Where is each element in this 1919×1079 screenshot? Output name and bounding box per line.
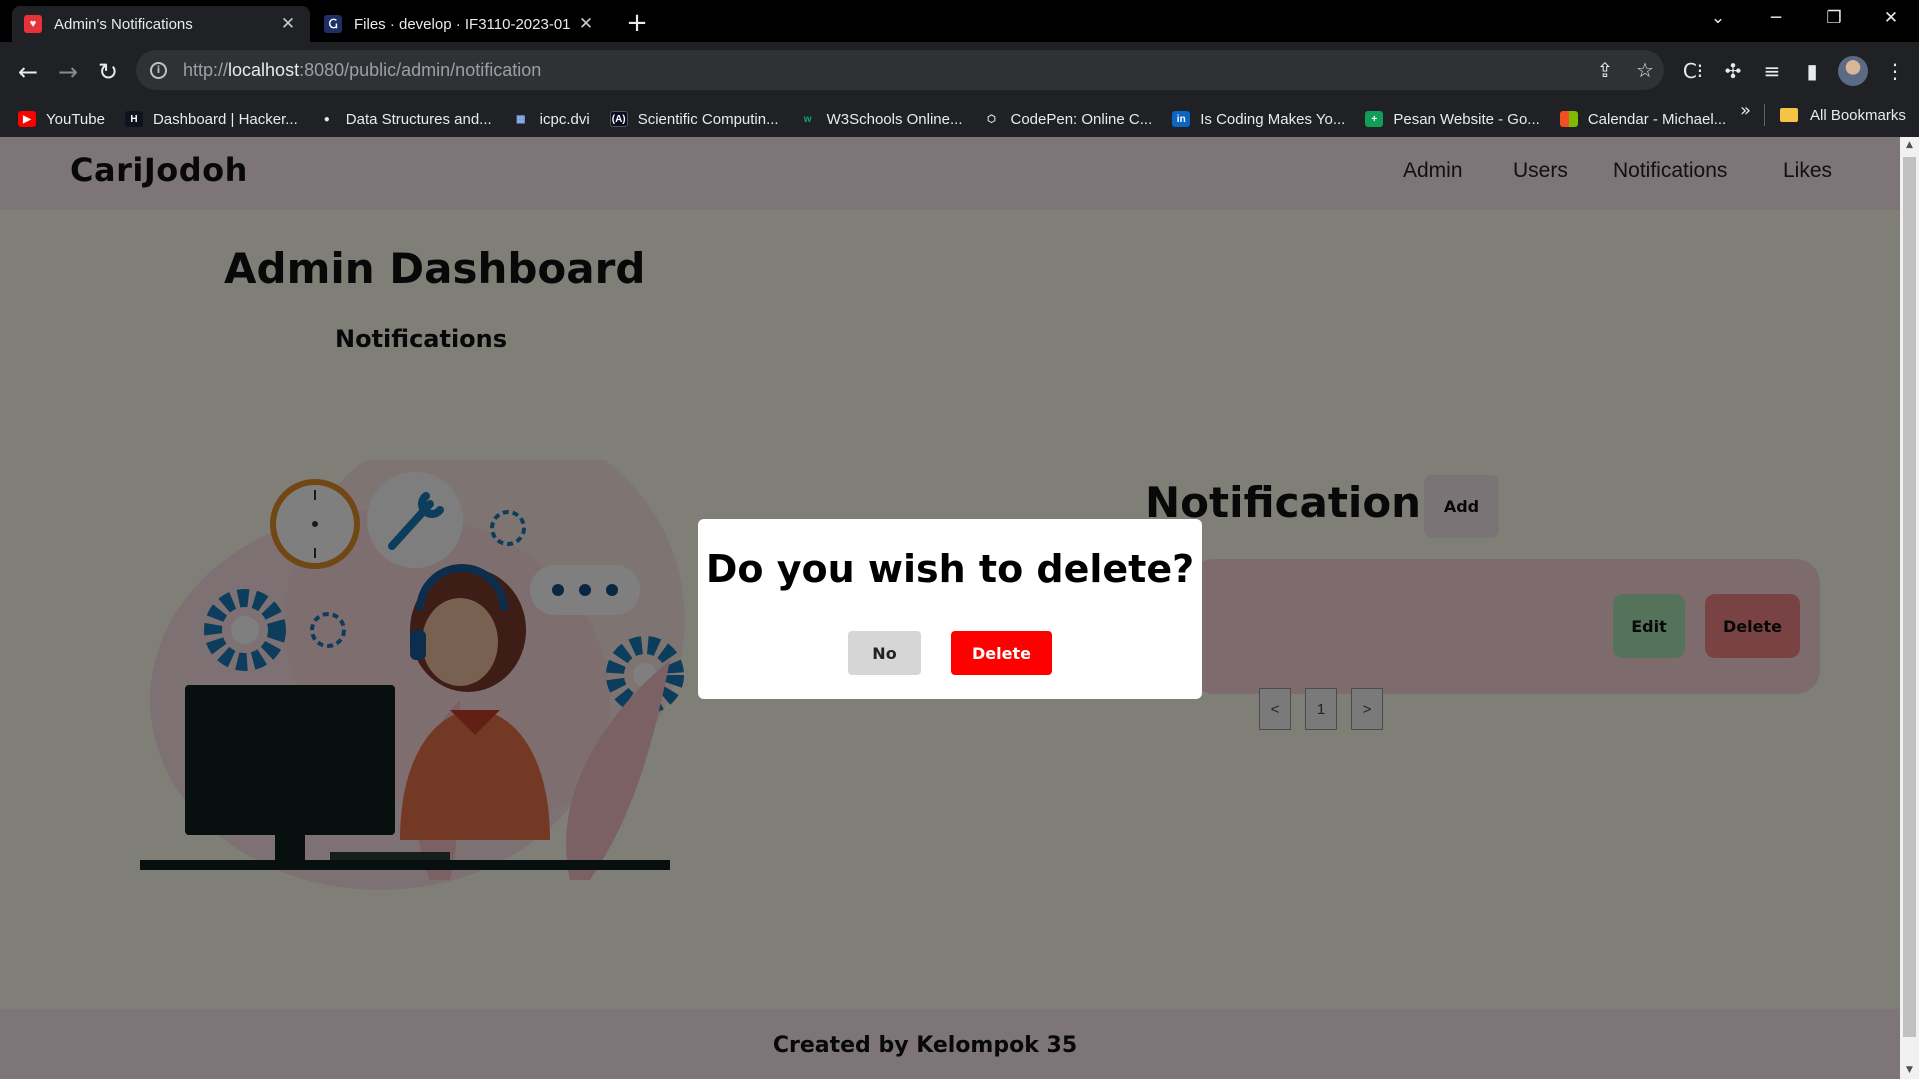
tab-files-develop[interactable]: Ⴚ Files · develop · IF3110-2023-01 ✕ [312,6,608,42]
delete-confirm-dialog: Do you wish to delete? No Delete [698,519,1202,699]
restore-icon[interactable]: ❐ [1819,8,1849,28]
dialog-no-button[interactable]: No [848,631,921,675]
extension-c-icon[interactable]: C⁝ [1678,56,1708,86]
heart-icon: ♥ [24,15,42,33]
tab-search-icon[interactable]: ⌄ [1703,8,1733,28]
tab-title: Files · develop · IF3110-2023-01 [354,15,571,33]
close-icon[interactable]: ✕ [278,14,298,34]
extensions-puzzle-icon[interactable]: ✣ [1718,56,1748,86]
grid-icon: ▦ [515,113,526,125]
profile-avatar[interactable] [1838,56,1868,86]
youtube-icon: ▶ [18,111,36,127]
bookmark-scientific-computing[interactable]: (A) Scientific Computin... [609,111,779,128]
share-icon[interactable]: ⇪ [1590,58,1620,82]
all-bookmarks-button[interactable]: All Bookmarks [1780,96,1906,134]
address-bar[interactable]: i http://localhost:8080/public/admin/not… [136,50,1664,90]
window-close-icon[interactable]: ✕ [1876,8,1906,28]
bookmark-youtube[interactable]: ▶ YouTube [18,111,105,128]
bookmark-calendar[interactable]: Calendar - Michael... [1559,111,1726,128]
web-page: CariJodoh Admin Users Notifications Like… [0,137,1900,1079]
codepen-icon: ⬡ [987,113,996,125]
bookmark-w3schools[interactable]: w W3Schools Online... [799,111,963,128]
side-panel-icon[interactable]: ▮ [1797,56,1827,86]
page-scrollbar[interactable]: ▲ ▼ [1900,137,1919,1079]
forward-icon[interactable]: → [52,56,84,88]
bookmark-icpc[interactable]: ▦ icpc.dvi [512,111,590,128]
bookmark-pesan-website[interactable]: + Pesan Website - Go... [1365,111,1540,128]
folder-icon [1780,108,1798,122]
browser-toolbar: ← → ↻ i http://localhost:8080/public/adm… [0,42,1919,138]
close-icon[interactable]: ✕ [576,14,596,34]
url-text: http://localhost:8080/public/admin/notif… [183,59,542,80]
linkedin-icon: in [1172,111,1191,127]
bulb-icon: ● [323,113,330,125]
minimize-icon[interactable]: ─ [1761,8,1791,28]
new-tab-button[interactable]: + [622,8,652,38]
dialog-question: Do you wish to delete? [705,547,1195,591]
back-icon[interactable]: ← [12,56,44,88]
media-controls-icon[interactable]: ≡ [1757,56,1787,86]
sheets-plus-icon: + [1365,111,1384,127]
bookmark-hackerrank[interactable]: H Dashboard | Hacker... [124,111,298,128]
bookmarks-divider [1764,104,1765,126]
bookmarks-overflow-chevron[interactable]: » [1740,100,1751,121]
dialog-delete-button[interactable]: Delete [951,631,1052,675]
scroll-down-icon[interactable]: ▼ [1900,1062,1919,1079]
bookmarks-bar: ▶ YouTube H Dashboard | Hacker... ● Data St… [0,100,1919,138]
w3schools-icon: w [803,113,812,125]
bookmark-star-icon[interactable]: ☆ [1630,58,1660,82]
hackerrank-icon: H [124,111,143,127]
reload-icon[interactable]: ↻ [92,56,124,88]
scroll-up-icon[interactable]: ▲ [1900,137,1919,154]
tab-title: Admin's Notifications [54,15,193,33]
microsoft-icon [1559,111,1578,127]
tab-admin-notifications[interactable]: ♥ Admin's Notifications ✕ [12,6,310,42]
menu-dots-icon[interactable]: ⋮ [1880,56,1910,86]
bookmark-data-structures[interactable]: ● Data Structures and... [318,111,492,128]
bookmark-codepen[interactable]: ⬡ CodePen: Online C... [983,111,1152,128]
tab-strip: ♥ Admin's Notifications ✕ Ⴚ Files · deve… [0,0,1919,42]
site-info-icon[interactable]: i [150,61,167,79]
scrollbar-thumb[interactable] [1903,157,1916,1037]
gitlab-icon: Ⴚ [324,15,342,33]
freecodecamp-icon: (A) [609,111,628,127]
bookmark-linkedin[interactable]: in Is Coding Makes Yo... [1172,111,1345,128]
